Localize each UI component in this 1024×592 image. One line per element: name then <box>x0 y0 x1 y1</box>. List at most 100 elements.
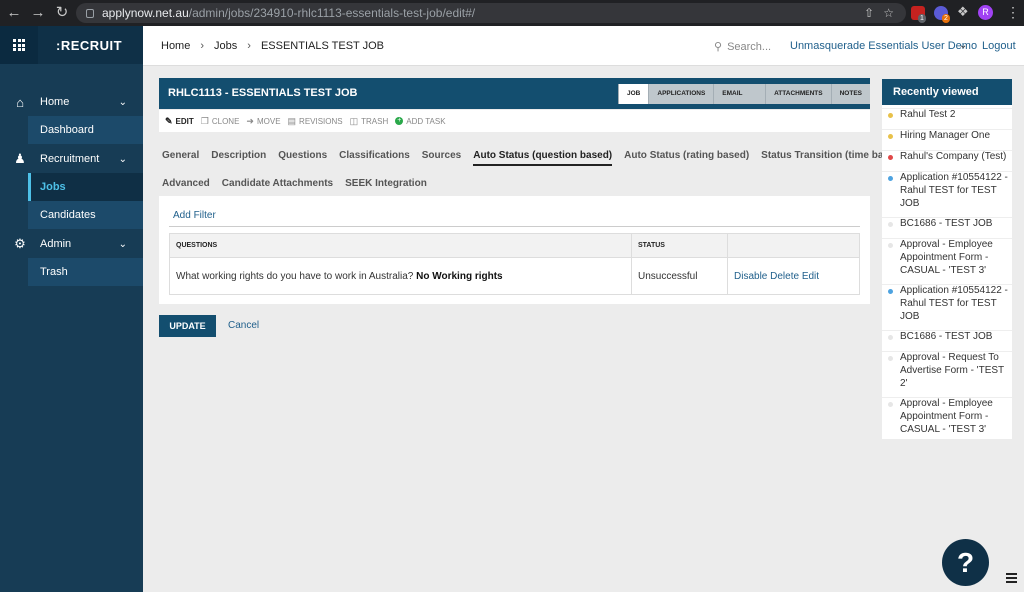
job-actions-bar: ✎ EDIT ❐ CLONE ➜ MOVE ▤ REVISIONS ◫ TRASH + AD… <box>159 110 870 132</box>
status-dot-icon <box>888 222 893 227</box>
move-icon: ➜ <box>246 115 254 126</box>
address-bar[interactable]: applynow.net.au /admin/jobs/234910-rhlc1… <box>76 3 906 23</box>
sidebar-item-admin[interactable]: ⚙ Admin ⌄ <box>0 230 143 258</box>
trash-action[interactable]: ◫ TRASH <box>350 116 389 127</box>
browser-menu-icon[interactable]: ⋮ <box>1006 4 1020 20</box>
apps-grid-icon[interactable] <box>0 26 38 64</box>
top-bar: Home › Jobs › ESSENTIALS TEST JOB ⚲ Sear… <box>143 26 1024 66</box>
url-path: /admin/jobs/234910-rhlc1113-essentials-t… <box>188 6 476 20</box>
forward-arrow-icon[interactable]: → <box>26 0 50 26</box>
sidebar-item-label: Admin <box>40 238 72 250</box>
tab-sources[interactable]: Sources <box>422 148 461 166</box>
extension-badge: 2 <box>942 14 950 23</box>
section-tabs-row1: General Description Questions Classifica… <box>162 148 916 166</box>
plus-circle-icon: + <box>395 117 404 125</box>
add-filter-link[interactable]: Add Filter <box>173 210 216 221</box>
search-placeholder: Search... <box>727 40 772 53</box>
sidebar-item-dashboard[interactable]: Dashboard <box>28 116 143 144</box>
trash-icon: ◫ <box>349 115 359 126</box>
status-dot-icon <box>888 335 893 340</box>
chevron-down-icon: ⌄ <box>118 153 127 165</box>
help-button[interactable]: ? <box>942 539 989 586</box>
sidebar-item-label: Dashboard <box>40 124 94 136</box>
column-header-actions <box>727 233 860 258</box>
add-task-action[interactable]: + ADD TASK <box>395 117 446 126</box>
chevron-down-icon[interactable]: ⌄ <box>959 40 967 51</box>
bookmark-star-icon[interactable]: ☆ <box>883 6 894 20</box>
tab-auto-status-question[interactable]: Auto Status (question based) <box>473 148 613 166</box>
tab-questions[interactable]: Questions <box>278 148 327 166</box>
edit-action[interactable]: ✎ EDIT <box>165 116 194 127</box>
sidebar-item-label: Candidates <box>40 209 96 221</box>
list-item[interactable]: Hiring Manager One <box>882 129 1012 143</box>
status-dot-icon <box>888 356 893 361</box>
url-domain: applynow.net.au <box>102 6 189 20</box>
lock-icon <box>86 8 94 18</box>
profile-avatar[interactable]: R <box>978 5 993 20</box>
list-item[interactable]: Approval - Request To Advertise Form - '… <box>882 351 1012 390</box>
sidebar-item-candidates[interactable]: Candidates <box>28 201 143 229</box>
list-item[interactable]: Application #10554122 - Rahul TEST for T… <box>882 284 1012 323</box>
tab-job[interactable]: JOB <box>618 84 649 104</box>
list-item[interactable]: Approval - Employee Appointment Form - C… <box>882 397 1012 436</box>
tab-seek-integration[interactable]: SEEK Integration <box>345 176 427 192</box>
list-item[interactable]: Rahul's Company (Test) <box>882 150 1012 164</box>
share-icon[interactable]: ⇧ <box>864 6 874 20</box>
sidebar-item-trash[interactable]: Trash <box>28 258 143 286</box>
column-header-status: STATUS <box>631 233 728 258</box>
tab-applications[interactable]: APPLICATIONS <box>648 84 714 104</box>
list-item[interactable]: BC1686 - TEST JOB <box>882 330 1012 344</box>
search-box[interactable]: ⚲ Search... <box>714 40 772 54</box>
edit-link[interactable]: Edit <box>802 271 819 282</box>
status-dot-icon <box>888 155 893 160</box>
delete-link[interactable]: Delete <box>770 271 799 282</box>
status-dot-icon <box>888 113 893 118</box>
question-answer: No Working rights <box>416 270 503 282</box>
sidebar-item-recruitment[interactable]: ♟ Recruitment ⌄ <box>0 145 143 173</box>
sidebar-item-home[interactable]: ⌂ Home ⌄ <box>0 88 143 116</box>
tab-description[interactable]: Description <box>211 148 266 166</box>
column-header-questions: QUESTIONS <box>169 233 632 258</box>
clone-action[interactable]: ❐ CLONE <box>201 116 240 127</box>
cancel-link[interactable]: Cancel <box>228 320 259 331</box>
pencil-icon: ✎ <box>165 115 173 126</box>
list-item[interactable]: Application #10554122 - Rahul TEST for T… <box>882 171 1012 210</box>
disable-link[interactable]: Disable <box>734 271 767 282</box>
people-icon: ♟ <box>14 151 26 166</box>
breadcrumb-home[interactable]: Home <box>161 40 190 52</box>
puzzle-extensions-icon[interactable]: ❖ <box>957 5 971 19</box>
back-arrow-icon[interactable]: ← <box>2 0 26 26</box>
sidebar-item-label: Recruitment <box>40 153 100 165</box>
update-button[interactable]: UPDATE <box>159 315 216 337</box>
tab-notes[interactable]: NOTES <box>830 84 870 104</box>
tab-classifications[interactable]: Classifications <box>339 148 410 166</box>
filters-card: Add Filter QUESTIONS STATUS What working… <box>159 196 870 304</box>
reload-icon[interactable]: ↻ <box>50 0 74 26</box>
search-icon: ⚲ <box>714 41 723 53</box>
revisions-action[interactable]: ▤ REVISIONS <box>288 116 343 127</box>
list-item[interactable]: Rahul Test 2 <box>882 108 1012 122</box>
chevron-right-icon: › <box>200 40 205 52</box>
breadcrumb-jobs[interactable]: Jobs <box>214 40 237 52</box>
status-cell: Unsuccessful <box>631 257 728 295</box>
sidebar: :RECRUIT ⌂ Home ⌄ Dashboard ♟ Recruitmen… <box>0 26 143 592</box>
move-action[interactable]: ➜ MOVE <box>246 116 280 127</box>
user-menu[interactable]: Unmasquerade Essentials User Demo <box>790 40 977 52</box>
sidebar-item-label: Home <box>40 96 70 108</box>
status-dot-icon <box>888 243 893 248</box>
logout-link[interactable]: Logout <box>982 40 1016 52</box>
sidebar-item-jobs[interactable]: Jobs <box>28 173 143 201</box>
tab-candidate-attachments[interactable]: Candidate Attachments <box>222 176 333 192</box>
list-item[interactable]: BC1686 - TEST JOB <box>882 217 1012 231</box>
breadcrumb: Home › Jobs › ESSENTIALS TEST JOB <box>161 40 384 52</box>
tab-email-status[interactable]: EMAIL STATUS <box>713 84 766 117</box>
tab-general[interactable]: General <box>162 148 199 166</box>
chevron-right-icon: › <box>247 40 251 52</box>
logo: :RECRUIT <box>56 37 123 53</box>
tab-auto-status-rating[interactable]: Auto Status (rating based) <box>624 148 749 166</box>
sidebar-item-label: Trash <box>40 266 68 278</box>
list-item[interactable]: Approval - Employee Appointment Form - C… <box>882 238 1012 277</box>
tab-advanced[interactable]: Advanced <box>162 176 210 192</box>
tab-attachments[interactable]: ATTACHMENTS <box>765 84 831 104</box>
hamburger-menu-icon[interactable] <box>1006 573 1017 583</box>
